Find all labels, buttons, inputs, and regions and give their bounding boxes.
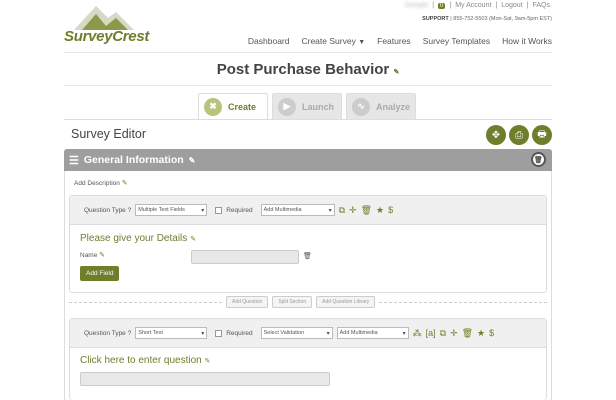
faqs-link[interactable]: FAQs [532, 2, 550, 9]
edit-pencil-icon[interactable]: ✎ [393, 69, 399, 76]
top-links: Sample | 0 | My Account | Logout | FAQs [404, 2, 550, 9]
add-question-button[interactable]: Add Question [226, 296, 269, 308]
question-title[interactable]: Please give your Details ✎ [80, 233, 196, 244]
dollar-icon[interactable]: $ [388, 205, 393, 215]
add-description-link[interactable]: Add Description ✎ [74, 179, 128, 187]
delete-section-icon[interactable]: 🗑 [531, 152, 546, 167]
nav-create-survey[interactable]: Create Survey ▼ [301, 36, 365, 46]
nav-features[interactable]: Features [377, 36, 411, 46]
my-account-link[interactable]: My Account [455, 2, 491, 9]
tools-icon: ✖ [204, 97, 222, 116]
piping-icon[interactable]: [a] [426, 328, 436, 338]
multimedia-select[interactable]: Add Multimedia [336, 327, 409, 339]
add-question-library-button[interactable]: Add Question Library [316, 296, 376, 308]
section-header[interactable]: ☰ General Information ✎ 🗑 [64, 149, 552, 171]
multimedia-select[interactable]: Add Multimedia [260, 204, 335, 216]
question-card: Question Type ? Multiple Text Fields Req… [69, 195, 547, 293]
move-icon[interactable]: ✛ [349, 205, 357, 216]
star-icon[interactable]: ★ [477, 328, 485, 339]
title-divider [64, 85, 552, 86]
star-icon[interactable]: ★ [376, 205, 384, 216]
validation-select[interactable]: Select Validation [260, 327, 333, 339]
support-info: SUPPORT | 855-752-5503 (Mon-Sat, 9am-5pm… [422, 16, 552, 22]
trash-icon[interactable]: 🗑 [361, 205, 372, 216]
nav-dashboard[interactable]: Dashboard [248, 36, 290, 46]
logo-mountain-icon [74, 6, 134, 30]
menu-icon[interactable]: ☰ [69, 154, 79, 167]
nav-survey-templates[interactable]: Survey Templates [423, 36, 490, 46]
tab-create[interactable]: ✖ Create [198, 93, 268, 120]
question-type-select[interactable]: Multiple Text Fields [135, 204, 208, 216]
trash-icon[interactable]: 🗑 [462, 328, 473, 339]
copy-icon[interactable]: ⧉ [339, 205, 345, 216]
survey-editor-title: Survey Editor [71, 127, 147, 141]
question-type-label: Question Type ? [84, 329, 132, 337]
copy-icon[interactable]: ⧉ [440, 328, 446, 339]
edit-pencil-icon: ✎ [190, 236, 196, 243]
question-title[interactable]: Click here to enter question ✎ [80, 355, 210, 366]
edit-pencil-icon: ✎ [204, 358, 211, 365]
section-title[interactable]: General Information [84, 154, 184, 166]
nav-how-it-works[interactable]: How it Works [502, 36, 552, 46]
divider-buttons: Add Question Split Section Add Question … [224, 296, 378, 308]
print-icon[interactable]: 🖶 [532, 125, 552, 145]
tab-launch[interactable]: ▶ Launch [272, 93, 342, 120]
username[interactable]: Sample [404, 2, 428, 9]
split-section-button[interactable]: Split Section [272, 296, 313, 308]
question-toolbar: Question Type ? Short Text Required Sele… [70, 319, 546, 348]
question-type-label: Question Type ? [84, 206, 132, 214]
page-title: Post Purchase Behavior ✎ [216, 61, 400, 78]
move-icon[interactable]: ✥ [486, 125, 506, 145]
required-label: Required [226, 206, 253, 214]
notification-badge[interactable]: 0 [438, 2, 446, 9]
dollar-icon[interactable]: $ [489, 328, 494, 338]
edit-pencil-icon: ✎ [121, 180, 128, 187]
edit-pencil-icon: ✎ [99, 252, 106, 259]
trash-icon[interactable]: 🗑 [303, 252, 312, 260]
tabs-divider [64, 119, 552, 120]
branching-icon[interactable]: ⁂ [413, 328, 422, 339]
required-checkbox[interactable] [215, 329, 223, 337]
tab-analyze[interactable]: ∿ Analyze [346, 93, 416, 120]
header-divider [64, 52, 552, 53]
logo-text: SurveyCrest [64, 28, 150, 45]
play-icon: ▶ [278, 97, 296, 116]
editor-tabs: ✖ Create ▶ Launch ∿ Analyze [198, 93, 416, 120]
preview-icon[interactable]: ⎙ [509, 125, 529, 145]
chart-icon: ∿ [352, 97, 370, 116]
answer-input[interactable] [80, 372, 330, 386]
main-nav: Dashboard Create Survey ▼ Features Surve… [248, 36, 552, 46]
question-card: Question Type ? Short Text Required Sele… [69, 318, 547, 400]
question-toolbar: Question Type ? Multiple Text Fields Req… [70, 196, 546, 225]
required-label: Required [226, 329, 253, 337]
name-field-input[interactable] [191, 250, 299, 264]
add-field-button[interactable]: Add Field [80, 266, 120, 281]
move-icon[interactable]: ✛ [450, 328, 458, 339]
logout-link[interactable]: Logout [501, 2, 522, 9]
chevron-down-icon: ▼ [358, 39, 366, 46]
field-label[interactable]: Name ✎ [80, 251, 105, 259]
question-type-select[interactable]: Short Text [135, 327, 208, 339]
edit-pencil-icon[interactable]: ✎ [189, 156, 196, 165]
required-checkbox[interactable] [215, 206, 223, 214]
